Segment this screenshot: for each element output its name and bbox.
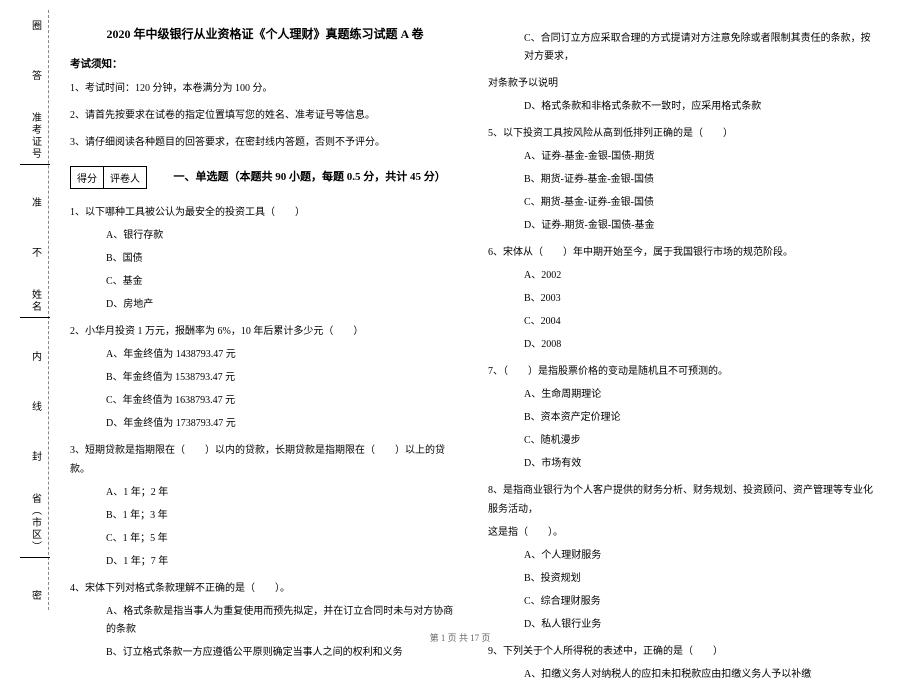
q6-opt-a: A、2002 [524, 267, 878, 285]
grader-label: 评卷人 [104, 167, 146, 188]
left-column: 2020 年中级银行从业资格证《个人理财》真题练习试题 A 卷 考试须知： 1、… [60, 25, 470, 610]
instruction-2: 2、请首先按要求在试卷的指定位置填写您的姓名、准考证号等信息。 [70, 106, 460, 125]
instruction-3: 3、请仔细阅读各种题目的回答要求，在密封线内答题，否则不予评分。 [70, 133, 460, 152]
q4-opt-d: D、格式条款和非格式条款不一致时，应采用格式条款 [524, 98, 878, 116]
q2-opt-d: D、年金终值为 1738793.47 元 [106, 415, 460, 433]
part-title: 一、单选题（本题共 90 小题，每题 0.5 分，共计 45 分） [174, 171, 446, 183]
binding-char-circle: 圈 [28, 20, 43, 30]
binding-province-line [20, 557, 50, 558]
binding-char-bu: 不 [28, 247, 43, 257]
q9-opt-a: A、扣缴义务人对纳税人的应扣未扣税款应由扣缴义务人予以补缴 [524, 666, 878, 684]
notice-label: 考试须知： [70, 56, 460, 71]
binding-name-label: 姓名 [28, 289, 43, 313]
q1-opt-b: B、国债 [106, 250, 460, 268]
right-column: C、合同订立方应采取合理的方式提请对方注意免除或者限制其责任的条款，按对方要求，… [478, 25, 888, 610]
binding-char-zhun: 准 [28, 197, 43, 207]
binding-answer-group: 答 [28, 62, 43, 88]
q8-opt-a: A、个人理财服务 [524, 547, 878, 565]
q1-opt-c: C、基金 [106, 273, 460, 291]
page-footer: 第 1 页 共 17 页 [0, 631, 920, 644]
q5-opt-a: A、证券-基金-金银-国债-期货 [524, 148, 878, 166]
binding-examno-line [20, 164, 50, 165]
q6-opt-c: C、2004 [524, 313, 878, 331]
q7-opt-a: A、生命周期理论 [524, 386, 878, 404]
q2-opt-c: C、年金终值为 1638793.47 元 [106, 392, 460, 410]
binding-char-answer: 答 [28, 70, 43, 80]
q6-opt-d: D、2008 [524, 336, 878, 354]
q5-opt-b: B、期货-证券-基金-金银-国债 [524, 171, 878, 189]
q7-opt-c: C、随机漫步 [524, 432, 878, 450]
q6-opt-b: B、2003 [524, 290, 878, 308]
score-box: 得分 评卷人 [70, 166, 147, 189]
q8-stem-line2: 这是指（ ）。 [488, 523, 878, 542]
score-label: 得分 [71, 167, 104, 188]
binding-province-label: 省（市区） [28, 493, 43, 553]
q3-opt-d: D、1 年；7 年 [106, 553, 460, 571]
q9-stem: 9、下列关于个人所得税的表述中，正确的是（ ） [488, 642, 878, 661]
q7-opt-b: B、资本资产定价理论 [524, 409, 878, 427]
binding-char-mi: 密 [28, 590, 43, 600]
q6-stem: 6、宋体从（ ）年中期开始至今，属于我国银行市场的规范阶段。 [488, 243, 878, 262]
q3-stem: 3、短期贷款是指期限在（ ）以内的贷款，长期贷款是指期限在（ ）以上的贷款。 [70, 441, 460, 479]
q7-stem: 7、（ ）是指股票价格的变动是随机且不可预测的。 [488, 362, 878, 381]
binding-char-xian: 线 [28, 401, 43, 411]
instruction-1: 1、考试时间：120 分钟，本卷满分为 100 分。 [70, 79, 460, 98]
binding-examno-group: 准考证号 [20, 112, 50, 165]
q4-opt-c-line1: C、合同订立方应采取合理的方式提请对方注意免除或者限制其责任的条款，按对方要求， [524, 30, 878, 66]
score-row: 得分 评卷人 一、单选题（本题共 90 小题，每题 0.5 分，共计 45 分） [70, 160, 460, 195]
q3-opt-b: B、1 年；3 年 [106, 507, 460, 525]
page-container: 2020 年中级银行从业资格证《个人理财》真题练习试题 A 卷 考试须知： 1、… [0, 0, 920, 620]
binding-province-group: 省（市区） [20, 493, 50, 558]
q3-opt-c: C、1 年；5 年 [106, 530, 460, 548]
binding-name-group: 姓名 [20, 289, 50, 318]
q1-stem: 1、以下哪种工具被公认为最安全的投资工具（ ） [70, 203, 460, 222]
q2-opt-a: A、年金终值为 1438793.47 元 [106, 346, 460, 364]
binding-examno-label: 准考证号 [28, 112, 43, 160]
q1-opt-a: A、银行存款 [106, 227, 460, 245]
binding-strip: 圈 答 准考证号 准 不 姓名 内 线 封 省（市区） 密 [15, 0, 55, 620]
binding-char-nei: 内 [28, 351, 43, 361]
q7-opt-d: D、市场有效 [524, 455, 878, 473]
q2-stem: 2、小华月投资 1 万元，报酬率为 6%，10 年后累计多少元（ ） [70, 322, 460, 341]
q5-stem: 5、以下投资工具按风险从高到低排列正确的是（ ） [488, 124, 878, 143]
q5-opt-c: C、期货-基金-证券-金银-国债 [524, 194, 878, 212]
q8-opt-c: C、综合理财服务 [524, 593, 878, 611]
q4-opt-b: B、订立格式条款一方应遵循公平原则确定当事人之间的权利和义务 [106, 644, 460, 662]
q8-opt-b: B、投资规划 [524, 570, 878, 588]
q2-opt-b: B、年金终值为 1538793.47 元 [106, 369, 460, 387]
q3-opt-a: A、1 年；2 年 [106, 484, 460, 502]
binding-name-line [20, 317, 50, 318]
exam-title: 2020 年中级银行从业资格证《个人理财》真题练习试题 A 卷 [70, 25, 460, 42]
q4-stem: 4、宋体下列对格式条款理解不正确的是（ ）。 [70, 579, 460, 598]
q8-stem-line1: 8、是指商业银行为个人客户提供的财务分析、财务规划、投资顾问、资产管理等专业化服… [488, 481, 878, 519]
binding-char-feng: 封 [28, 451, 43, 461]
q1-opt-d: D、房地产 [106, 296, 460, 314]
q4-opt-c-line2: 对条款予以说明 [488, 74, 878, 93]
q5-opt-d: D、证券-期货-金银-国债-基金 [524, 217, 878, 235]
